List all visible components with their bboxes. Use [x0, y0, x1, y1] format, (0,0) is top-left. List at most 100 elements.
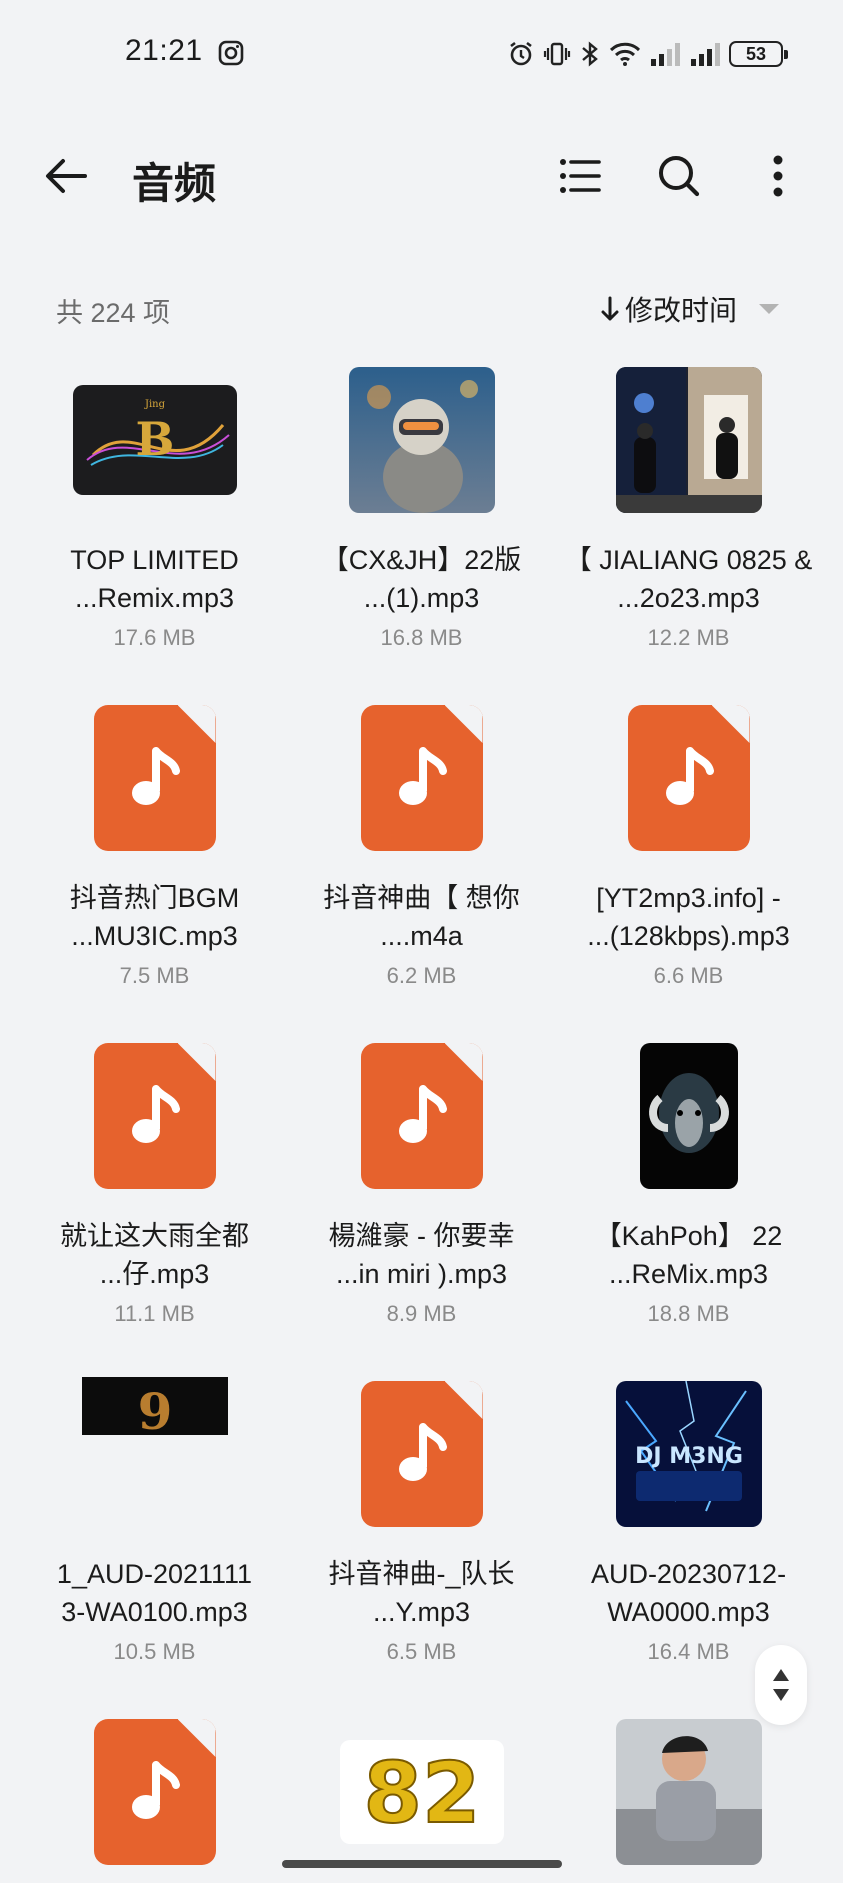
svg-text:B: B — [135, 412, 174, 466]
audio-file-icon — [93, 1719, 216, 1865]
audio-file-icon — [360, 1043, 483, 1189]
audio-file-icon — [627, 705, 750, 851]
search-button[interactable] — [651, 148, 707, 204]
file-item[interactable]: 9 1_AUD-2021111 3-WA0100.mp3 10.5 MB — [21, 1369, 288, 1665]
file-item[interactable]: 【CX&JH】22版 ...(1).mp3 16.8 MB — [288, 355, 555, 651]
file-size: 10.5 MB — [113, 1639, 196, 1664]
status-time: 21:21 — [125, 34, 203, 67]
file-size: 16.8 MB — [380, 625, 463, 650]
album-art-night-photo — [615, 367, 762, 513]
back-button[interactable] — [38, 148, 94, 204]
file-name-line2: ...2o23.mp3 — [617, 583, 760, 613]
file-name-line2: ...Y.mp3 — [372, 1597, 471, 1627]
signal-icon-sim2 — [691, 43, 720, 66]
file-size: 7.5 MB — [119, 963, 190, 988]
search-icon — [659, 156, 700, 197]
wifi-icon — [609, 42, 641, 66]
file-item[interactable]: B Jing TOP LIMITED ...Remix.mp3 17.6 MB — [21, 355, 288, 651]
audio-file-icon — [360, 705, 483, 851]
file-name-line1: 【CX&JH】22版 — [321, 545, 522, 575]
file-name-line1: 抖音神曲-_队长 — [328, 1559, 515, 1589]
file-name-line1: 抖音热门BGM — [69, 883, 240, 913]
list-view-icon — [560, 159, 601, 193]
file-item[interactable]: 楊濰豪 - 你要幸 ...in miri ).mp3 8.9 MB — [288, 1031, 555, 1327]
file-name-line2: ...in miri ).mp3 — [335, 1259, 508, 1289]
file-name-line1: 【KahPoh】 22 — [594, 1221, 783, 1251]
file-name-line1: 1_AUD-2021111 — [56, 1559, 253, 1589]
file-item[interactable]: 【 JIALIANG 0825 & ...2o23.mp3 12.2 MB — [555, 355, 822, 651]
list-info-row: 共 224 项 修改时间 — [0, 285, 843, 335]
svg-text:DJ M3NG: DJ M3NG — [635, 1444, 743, 1469]
page-title: 音频 — [132, 160, 217, 207]
file-name-line2: ....m4a — [380, 921, 463, 951]
file-name-line1: 就让这大雨全都 — [60, 1221, 249, 1251]
file-name-line1: 【 JIALIANG 0825 & — [564, 545, 813, 575]
file-name-line1: 楊濰豪 - 你要幸 — [328, 1221, 515, 1251]
file-name-line1: 抖音神曲【 想你 — [323, 883, 520, 913]
file-item[interactable]: 抖音热门BGM ...MU3IC.mp3 7.5 MB — [21, 693, 288, 989]
album-art-cat-helmet — [348, 367, 495, 513]
more-vertical-icon — [773, 155, 783, 197]
alarm-icon — [510, 41, 532, 66]
app-bar: 音频 — [0, 130, 843, 220]
album-art-ram — [639, 1043, 738, 1189]
file-name-line1: [YT2mp3.info] - — [596, 883, 781, 913]
item-count: 共 224 项 — [56, 298, 171, 328]
file-size: 6.2 MB — [386, 963, 457, 988]
scroll-up-down-icon — [773, 1669, 789, 1701]
file-item[interactable]: [YT2mp3.info] - ...(128kbps).mp3 6.6 MB — [555, 693, 822, 989]
file-name-line2: ...ReMix.mp3 — [608, 1259, 769, 1289]
album-art-boy-photo — [615, 1719, 762, 1865]
audio-file-icon — [360, 1381, 483, 1527]
file-name-line2: ...仔.mp3 — [99, 1259, 210, 1289]
status-bar: 21:21 53 — [0, 0, 843, 110]
file-item[interactable] — [21, 1707, 288, 1877]
svg-text:Jing: Jing — [143, 399, 165, 410]
file-item[interactable]: 抖音神曲-_队长 ...Y.mp3 6.5 MB — [288, 1369, 555, 1665]
file-name-line2: ...MU3IC.mp3 — [71, 921, 238, 951]
sort-label: 修改时间 — [624, 295, 737, 326]
file-item[interactable]: 82 — [288, 1707, 555, 1877]
album-art-82: 82 — [339, 1740, 504, 1844]
file-size: 8.9 MB — [386, 1301, 457, 1326]
list-view-button[interactable] — [552, 148, 608, 204]
file-item[interactable] — [555, 1707, 822, 1877]
battery-level: 53 — [745, 43, 767, 64]
file-name-line2: 3-WA0100.mp3 — [61, 1597, 248, 1627]
file-name-line2: WA0000.mp3 — [607, 1597, 770, 1627]
album-art-dj-m3ng: DJ M3NG — [615, 1381, 762, 1527]
sort-selector[interactable]: 修改时间 — [601, 289, 779, 329]
file-size: 17.6 MB — [113, 625, 196, 650]
album-art-dark-logo: 9 — [81, 1377, 228, 1435]
vibrate-icon — [543, 42, 571, 66]
fast-scroll-button[interactable] — [755, 1645, 807, 1725]
arrow-left-icon — [46, 159, 87, 193]
bluetooth-icon — [582, 41, 598, 67]
album-art-top-limited: B Jing — [72, 385, 237, 495]
arrow-down-icon — [601, 296, 619, 321]
file-name-line1: AUD-20230712- — [590, 1559, 787, 1589]
file-size: 6.5 MB — [386, 1639, 457, 1664]
file-item[interactable]: 就让这大雨全都 ...仔.mp3 11.1 MB — [21, 1031, 288, 1327]
audio-file-icon — [93, 1043, 216, 1189]
file-size: 12.2 MB — [647, 625, 730, 650]
file-item[interactable]: 抖音神曲【 想你 ....m4a 6.2 MB — [288, 693, 555, 989]
instagram-icon — [218, 40, 244, 66]
file-name-line2: ...(128kbps).mp3 — [587, 921, 790, 951]
file-name-line2: ...Remix.mp3 — [74, 583, 235, 613]
home-indicator — [282, 1860, 562, 1868]
file-name-line2: ...(1).mp3 — [363, 583, 480, 613]
svg-text:82: 82 — [363, 1744, 480, 1842]
more-options-button[interactable] — [750, 148, 806, 204]
audio-file-icon — [93, 705, 216, 851]
dropdown-caret-icon — [759, 304, 779, 314]
file-size: 18.8 MB — [647, 1301, 730, 1326]
svg-text:9: 9 — [137, 1382, 172, 1435]
signal-icon-sim1 — [651, 43, 680, 66]
file-item[interactable]: DJ M3NG AUD-20230712- WA0000.mp3 16.4 MB — [555, 1369, 822, 1665]
file-item[interactable]: 【KahPoh】 22 ...ReMix.mp3 18.8 MB — [555, 1031, 822, 1327]
file-size: 6.6 MB — [653, 963, 724, 988]
battery-indicator: 53 — [729, 41, 788, 67]
file-size: 11.1 MB — [114, 1301, 195, 1326]
file-name-line1: TOP LIMITED — [70, 545, 239, 575]
